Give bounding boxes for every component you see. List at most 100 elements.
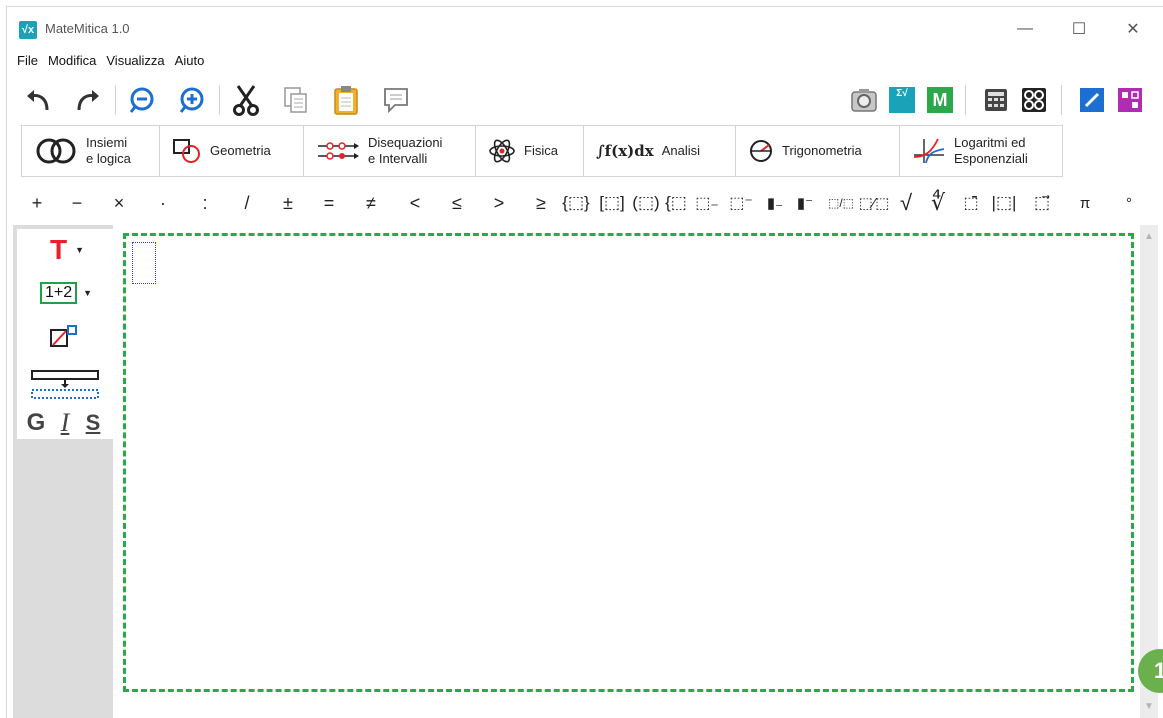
tab-analisi[interactable]: ∫f(x)dx Analisi [584, 126, 736, 176]
close-button[interactable]: ✕ [1111, 15, 1155, 43]
symbol-minus[interactable]: − [67, 187, 87, 219]
symbol-plus[interactable]: + [27, 187, 47, 219]
symbol-brackets[interactable]: [⬚] [595, 187, 629, 219]
italic-button[interactable]: I [51, 408, 79, 437]
symbol-braces[interactable]: {⬚} [559, 187, 593, 219]
symbol-dot[interactable]: · [153, 187, 173, 219]
symbol-sqrt[interactable]: √ [893, 187, 919, 219]
symbol-superscript[interactable]: ⬚⁻ [725, 187, 757, 219]
symbol-greater-equal[interactable]: ≥ [531, 187, 551, 219]
symbol-plus-minus[interactable]: ± [277, 187, 299, 219]
symbol-parentheses[interactable]: (⬚) [629, 187, 663, 219]
paste-button[interactable] [327, 81, 365, 119]
symbol-vector[interactable]: ⬚⃗ [1029, 187, 1055, 219]
text-tool-button[interactable]: T ▼ [39, 234, 95, 265]
scroll-up-icon[interactable]: ▲ [1143, 231, 1155, 243]
symbol-colon[interactable]: : [195, 187, 215, 219]
symbol-subscript[interactable]: ⬚₋ [691, 187, 723, 219]
tab-geometria[interactable]: Geometria [160, 126, 304, 176]
paste-icon [334, 86, 358, 115]
calculator-icon [985, 89, 1007, 111]
symbol-nth-root[interactable]: ∜ [923, 187, 953, 219]
trigonometry-icon [750, 140, 772, 162]
tab-fisica[interactable]: Fisica [476, 126, 584, 176]
text-tool-icon: T [49, 234, 68, 265]
zoom-out-button[interactable] [123, 81, 161, 119]
minimize-icon: — [1017, 20, 1033, 37]
tab-insiemi-label-1: Insiemi [86, 135, 128, 150]
tab-insiemi[interactable]: Insiemi e logica [22, 126, 160, 176]
tab-logaritmi[interactable]: Logaritmi ed Esponenziali [900, 126, 1062, 176]
tab-trigonometria-label: Trigonometria [782, 143, 862, 158]
color-tool-button[interactable] [43, 323, 83, 351]
symbol-slash[interactable]: / [237, 187, 257, 219]
strikethrough-button[interactable]: S [79, 409, 107, 437]
cut-icon [233, 85, 259, 116]
toolbar-separator [1061, 85, 1062, 115]
venn-diagram-icon [36, 138, 76, 164]
zoom-in-button[interactable] [173, 81, 211, 119]
tab-geometria-label: Geometria [210, 143, 271, 158]
symbol-slash-fraction[interactable]: ⬚⁄⬚ [857, 187, 891, 219]
m-button[interactable]: M [921, 81, 959, 119]
symbol-fraction[interactable]: ⬚/⬚ [827, 187, 855, 219]
scientific-calculator-button[interactable] [1015, 81, 1053, 119]
insert-line-button[interactable] [29, 367, 101, 401]
tab-disequazioni[interactable]: Disequazioni e Intervalli [304, 126, 476, 176]
screenshot-button[interactable] [845, 81, 883, 119]
undo-button[interactable] [19, 81, 57, 119]
symbol-times[interactable]: × [109, 187, 129, 219]
copy-button[interactable] [277, 81, 315, 119]
formula-editor-area[interactable] [123, 233, 1134, 692]
symbol-greater[interactable]: > [489, 187, 509, 219]
menu-visualizza[interactable]: Visualizza [104, 51, 172, 71]
copy-icon [284, 87, 307, 113]
input-placeholder-box[interactable] [132, 242, 156, 284]
pen-button[interactable] [1073, 81, 1111, 119]
scroll-down-icon[interactable]: ▼ [1143, 701, 1155, 713]
app-icon: √x [19, 21, 37, 39]
cut-button[interactable] [227, 81, 265, 119]
vertical-scrollbar[interactable]: ▲ ▼ [1140, 225, 1158, 718]
pen-icon [1080, 88, 1104, 112]
maximize-icon: ☐ [1071, 21, 1087, 38]
tab-disequazioni-label-1: Disequazioni [368, 135, 443, 150]
redo-button[interactable] [69, 81, 107, 119]
symbol-overline[interactable]: ⬚̄ [959, 187, 983, 219]
menu-file[interactable]: File [15, 51, 46, 71]
bold-icon: G [26, 409, 46, 436]
symbol-sub-block[interactable]: ▮₋ [761, 187, 789, 219]
tab-insiemi-label-2: e logica [86, 151, 131, 166]
comment-button[interactable] [377, 81, 415, 119]
geometry-icon [173, 139, 200, 163]
symbol-less[interactable]: < [405, 187, 425, 219]
symbol-sup-block[interactable]: ▮⁻ [791, 187, 819, 219]
shapes-button[interactable] [1111, 81, 1149, 119]
symbol-system[interactable]: {⬚ [663, 187, 689, 219]
symbol-degree[interactable]: ° [1119, 187, 1139, 219]
calculator-button[interactable] [977, 81, 1015, 119]
zoom-in-icon [179, 87, 204, 113]
equation-solver-button[interactable]: Σ√ [883, 81, 921, 119]
symbol-pi[interactable]: π [1075, 187, 1095, 219]
symbol-less-equal[interactable]: ≤ [447, 187, 467, 219]
intervals-icon [318, 142, 359, 160]
symbol-not-equal[interactable]: ≠ [361, 187, 381, 219]
menu-aiuto[interactable]: Aiuto [173, 51, 213, 71]
tab-trigonometria[interactable]: Trigonometria [736, 126, 900, 176]
symbol-bar: + − × · : / ± = ≠ < ≤ > ≥ {⬚} [⬚] (⬚) {⬚… [21, 185, 1151, 221]
toolbar-separator [219, 85, 220, 115]
formula-tool-button[interactable]: 1+2 ▼ [31, 279, 101, 307]
symbol-equals[interactable]: = [319, 187, 339, 219]
menu-modifica[interactable]: Modifica [46, 51, 104, 71]
scientific-calculator-icon [1022, 88, 1046, 112]
window-title: MateMitica 1.0 [45, 21, 130, 36]
maximize-button[interactable]: ☐ [1057, 15, 1101, 43]
symbol-absolute[interactable]: |⬚| [987, 187, 1021, 219]
minimize-button[interactable]: — [1003, 15, 1047, 43]
bold-button[interactable]: G [21, 409, 51, 437]
dropdown-arrow-icon: ▼ [75, 245, 85, 255]
strikethrough-icon: S [85, 410, 101, 435]
main-toolbar: Σ√ M [15, 79, 1155, 121]
log-exp-graph-icon [913, 138, 945, 164]
